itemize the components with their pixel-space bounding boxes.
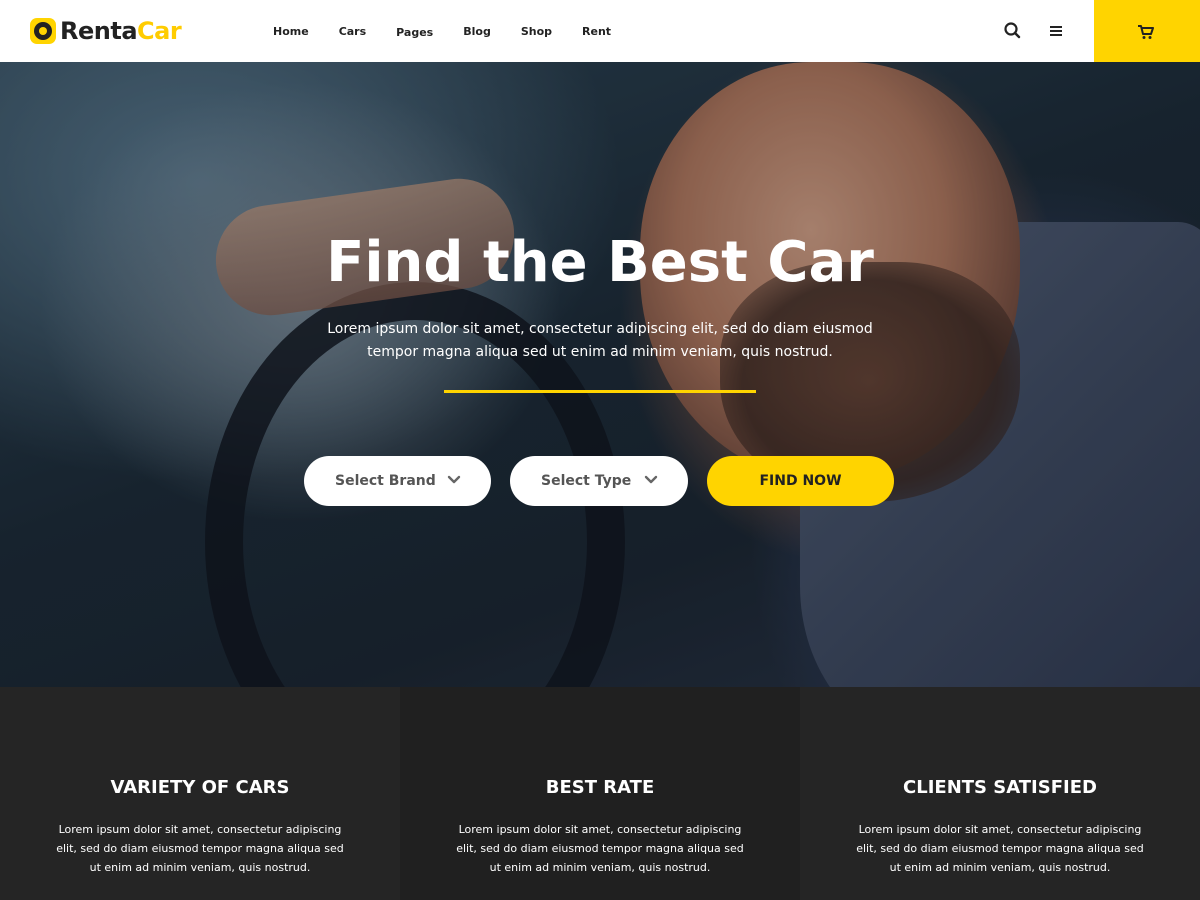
hero-subtitle: Lorem ipsum dolor sit amet, consectetur … <box>327 321 873 360</box>
type-select[interactable]: Select Type <box>510 456 688 506</box>
feature-title: VARIETY OF CARS <box>110 777 290 798</box>
nav-item-rent[interactable]: Rent <box>567 25 626 38</box>
feature-text: Lorem ipsum dolor sit amet, consectetur … <box>56 823 344 874</box>
chevron-down-icon <box>447 475 461 484</box>
main-nav: Home Cars Pages Blog Shop Rent <box>258 0 626 62</box>
feature-text: Lorem ipsum dolor sit amet, consectetur … <box>456 823 744 874</box>
hero-overlay <box>0 62 1200 687</box>
cart-button[interactable] <box>1094 0 1200 62</box>
nav-item-shop[interactable]: Shop <box>506 25 567 38</box>
logo-text-renta: Renta <box>60 17 138 45</box>
feature-best-rate: BEST RATE Lorem ipsum dolor sit amet, co… <box>400 687 800 900</box>
feature-title: BEST RATE <box>545 777 655 798</box>
chevron-down-icon <box>644 475 658 484</box>
brand-select-label: Select Brand <box>335 473 436 489</box>
type-select-label: Select Type <box>541 473 632 489</box>
feature-clients: CLIENTS SATISFIED Lorem ipsum dolor sit … <box>800 687 1200 900</box>
menu-icon[interactable] <box>1043 18 1069 44</box>
logo[interactable]: RentaCar <box>30 17 182 45</box>
hero-title: Find the Best Car <box>326 230 874 295</box>
feature-variety: VARIETY OF CARS Lorem ipsum dolor sit am… <box>0 687 400 900</box>
cart-icon <box>1138 25 1154 39</box>
logo-text: RentaCar <box>60 17 182 45</box>
hero-section: Find the Best Car Lorem ipsum dolor sit … <box>0 62 1200 687</box>
find-now-button[interactable]: FIND NOW <box>707 456 894 506</box>
nav-item-blog[interactable]: Blog <box>448 25 506 38</box>
nav-item-cars[interactable]: Cars <box>324 25 381 38</box>
nav-item-home[interactable]: Home <box>258 25 324 38</box>
features-section: VARIETY OF CARS Lorem ipsum dolor sit am… <box>0 687 1200 900</box>
hero-divider <box>444 390 756 393</box>
brand-select[interactable]: Select Brand <box>304 456 491 506</box>
nav-item-pages[interactable]: Pages <box>381 26 448 39</box>
feature-text: Lorem ipsum dolor sit amet, consectetur … <box>856 823 1144 874</box>
logo-text-car: Car <box>137 17 182 45</box>
site-header: RentaCar Home Cars Pages Blog Shop Rent <box>0 0 1200 62</box>
logo-icon <box>30 18 56 44</box>
search-icon[interactable] <box>1000 18 1026 44</box>
feature-title: CLIENTS SATISFIED <box>903 777 1097 798</box>
